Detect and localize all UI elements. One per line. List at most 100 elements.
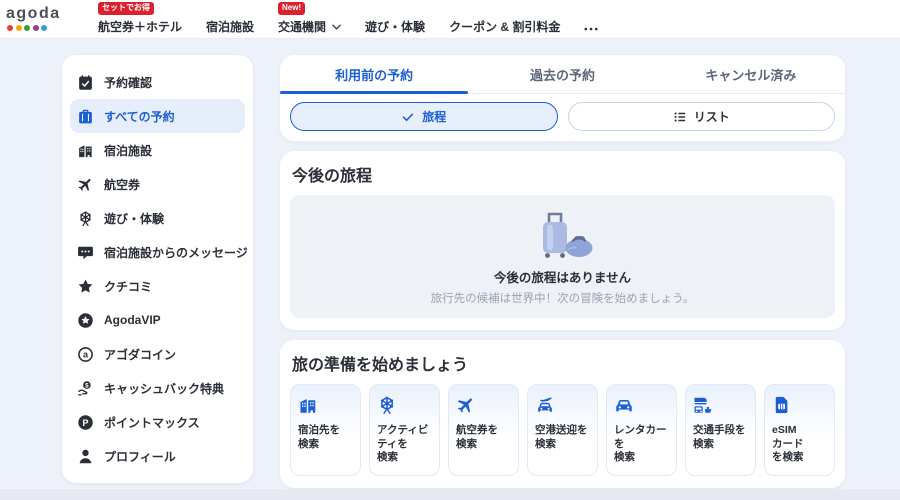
sidebar-item-flights[interactable]: 航空券: [70, 167, 245, 201]
trip-preparation-card: 旅の準備を始めましょう 宿泊先を 検索 アクティビ ティを 検索 航空券を 検索…: [280, 340, 845, 488]
top-nav-bar: agoda セットでお得 航空券＋ホテル 宿泊施設 New! 交通機関 遊び・体…: [0, 0, 900, 39]
ferris-wheel-icon: [77, 210, 94, 227]
nav-item-more[interactable]: [584, 16, 598, 38]
quick-card-label: 航空券を 検索: [456, 424, 498, 450]
star-circle-icon: [77, 312, 94, 329]
logo-dot-orange: [15, 25, 22, 31]
search-esim-card[interactable]: eSIM カード を検索: [764, 384, 835, 476]
quick-card-label: 宿泊先を 検索: [298, 424, 340, 450]
calendar-check-icon: [77, 74, 94, 91]
nav-item-label: 航空券＋ホテル: [98, 20, 183, 34]
sidebar-item-all-bookings[interactable]: すべての予約: [70, 99, 245, 133]
tab-label: 利用前の予約: [335, 68, 414, 83]
agoda-logo-dots: [7, 25, 58, 31]
check-icon: [401, 110, 415, 124]
upcoming-trips-card: 今後の旅程 今後の旅程はありません 旅行先の候補は世界中！次の冒険を始めましょう…: [280, 151, 845, 330]
sidebar-item-property-messages[interactable]: 宿泊施設からのメッセージ: [70, 235, 248, 269]
nav-item-transport[interactable]: New! 交通機関: [278, 2, 341, 38]
logo-dot-green: [24, 25, 30, 31]
buildings-icon: [298, 395, 318, 415]
sidebar-item-label: クチコミ: [104, 279, 153, 294]
luggage-illustration: [542, 212, 592, 258]
nav-item-label: 遊び・体験: [365, 20, 426, 34]
view-toggle-itinerary[interactable]: 旅程: [290, 102, 558, 131]
sidebar-item-profile[interactable]: プロフィール: [70, 439, 245, 473]
tab-cancelled-bookings[interactable]: キャンセル済み: [657, 55, 845, 93]
quick-search-cards: 宿泊先を 検索 アクティビ ティを 検索 航空券を 検索 空港送迎を 検索 レン…: [290, 384, 835, 476]
new-badge: New!: [278, 2, 306, 15]
sidebar-item-accommodation[interactable]: 宿泊施設: [70, 133, 245, 167]
empty-state-title: 今後の旅程はありません: [493, 270, 632, 285]
sidebar-item-label: キャッシュバック特典: [104, 381, 225, 396]
sidebar-item-label: AgodaVIP: [104, 313, 161, 327]
upcoming-trips-title: 今後の旅程: [292, 168, 373, 185]
airport-transfer-icon: [535, 395, 555, 415]
agoda-logo-text: agoda: [6, 5, 61, 22]
search-activities-card[interactable]: アクティビ ティを 検索: [369, 384, 440, 476]
sidebar-item-label: 予約確認: [104, 75, 153, 90]
tab-label: キャンセル済み: [705, 68, 797, 83]
search-accommodation-card[interactable]: 宿泊先を 検索: [290, 384, 361, 476]
tab-past-bookings[interactable]: 過去の予約: [468, 55, 656, 93]
sidebar-item-cashback[interactable]: $ キャッシュバック特典: [70, 371, 245, 405]
footer-strip: [0, 489, 900, 500]
nav-item-label: クーポン & 割引料金: [449, 20, 561, 34]
sidebar-item-label: プロフィール: [104, 449, 176, 464]
sidebar-item-label: 宿泊施設からのメッセージ: [104, 245, 248, 260]
message-icon: [77, 244, 94, 261]
tab-upcoming-bookings[interactable]: 利用前の予約: [280, 55, 469, 94]
search-airport-transfer-card[interactable]: 空港送迎を 検索: [527, 384, 598, 476]
buildings-icon: [77, 142, 94, 159]
star-icon: [77, 278, 94, 295]
plane-icon: [73, 172, 97, 196]
logo-dot-purple: [32, 25, 39, 31]
search-flights-card[interactable]: 航空券を 検索: [448, 384, 519, 476]
booking-status-tabs: 利用前の予約 過去の予約 キャンセル済み: [280, 55, 845, 94]
coin-a-icon: a: [77, 346, 94, 363]
quick-card-label: 交通手段を 検索: [693, 424, 746, 450]
sidebar-item-label: アゴダコイン: [104, 347, 177, 362]
logo-dot-blue: [41, 25, 47, 31]
ferris-wheel-icon: [377, 395, 397, 415]
quick-card-label: レンタカー を 検索: [614, 424, 667, 464]
agoda-logo[interactable]: agoda: [6, 5, 61, 38]
view-toggle-list[interactable]: リスト: [567, 102, 835, 131]
search-transport-card[interactable]: 交通手段を 検索: [685, 384, 756, 476]
logo-dot-red: [7, 25, 13, 31]
cashback-icon: $: [77, 380, 94, 397]
empty-state-subtitle: 旅行先の候補は世界中！次の冒険を始めましょう。: [430, 292, 695, 305]
chevron-down-icon: [332, 24, 341, 30]
sidebar-item-booking-confirmation[interactable]: 予約確認: [70, 65, 245, 99]
sidebar-item-pointsmax[interactable]: P ポイントマックス: [70, 405, 245, 439]
main-content: 利用前の予約 過去の予約 キャンセル済み 旅程 リスト 今後の旅程 今後の旅程は…: [280, 55, 845, 488]
sidebar-item-agoda-vip[interactable]: AgodaVIP: [70, 303, 245, 337]
sidebar-item-agoda-coins[interactable]: a アゴダコイン: [70, 337, 245, 371]
quick-card-label: アクティビ ティを 検索: [377, 424, 429, 464]
svg-text:a: a: [83, 349, 89, 359]
tab-label: 過去の予約: [529, 68, 595, 83]
sidebar-item-reviews[interactable]: クチコミ: [70, 269, 245, 303]
view-toggle-label: リスト: [693, 110, 730, 124]
svg-text:P: P: [82, 417, 88, 427]
nav-item-activities[interactable]: 遊び・体験: [365, 16, 425, 38]
quick-card-label: eSIM カード を検索: [772, 424, 804, 464]
plane-icon: [452, 391, 480, 419]
bundle-deal-badge: セットでお得: [98, 2, 154, 15]
nav-item-coupons-deals[interactable]: クーポン & 割引料金: [449, 16, 560, 38]
nav-item-label: 宿泊施設: [206, 20, 255, 34]
sidebar-item-activities[interactable]: 遊び・体験: [70, 201, 245, 235]
view-toggle: 旅程 リスト: [280, 94, 845, 141]
search-car-rental-card[interactable]: レンタカー を 検索: [606, 384, 677, 476]
svg-text:$: $: [85, 382, 89, 389]
main-nav: セットでお得 航空券＋ホテル 宿泊施設 New! 交通機関 遊び・体験 クーポン…: [98, 2, 598, 38]
view-toggle-label: 旅程: [422, 110, 447, 124]
nav-item-flights-hotels[interactable]: セットでお得 航空券＋ホテル: [98, 2, 183, 38]
bookings-filter-card: 利用前の予約 過去の予約 キャンセル済み 旅程 リスト: [280, 55, 845, 141]
nav-item-label: 交通機関: [278, 20, 327, 34]
nav-item-accommodation[interactable]: 宿泊施設: [206, 16, 254, 38]
sidebar: 予約確認 すべての予約 宿泊施設 航空券 遊び・体験 宿泊施設からのメッセージ …: [62, 55, 253, 483]
agoda-bookings-page: agoda セットでお得 航空券＋ホテル 宿泊施設 New! 交通機関 遊び・体…: [0, 0, 900, 500]
sim-card-icon: [772, 395, 792, 415]
car-icon: [614, 395, 634, 415]
suitcase-icon: [77, 108, 94, 125]
